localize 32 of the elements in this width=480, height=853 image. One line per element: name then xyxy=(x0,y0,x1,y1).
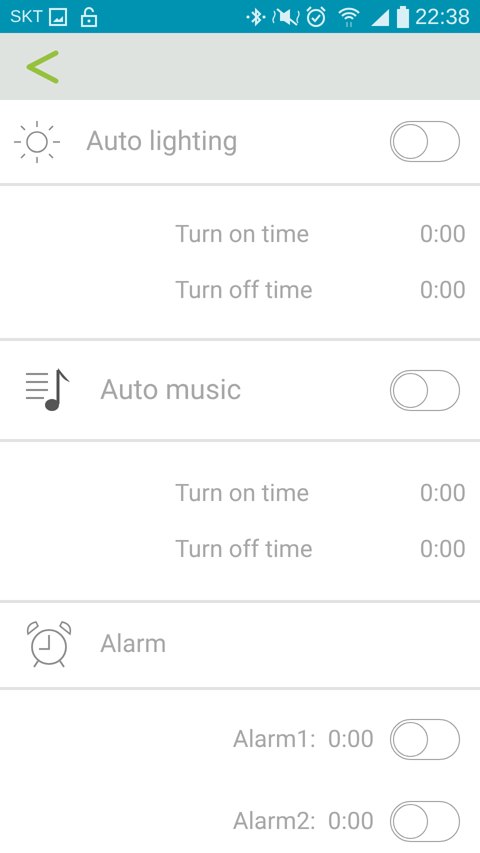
bluetooth-icon xyxy=(244,6,267,26)
wifi-icon xyxy=(336,6,361,28)
toggle-switch[interactable] xyxy=(390,718,460,760)
mute-icon xyxy=(270,6,301,26)
toggle-switch[interactable] xyxy=(390,800,460,842)
toggle-switch[interactable] xyxy=(390,370,460,410)
alarm-time[interactable]: 0:00 xyxy=(328,803,374,839)
sun-icon xyxy=(12,118,62,164)
alarm-icon xyxy=(304,6,327,28)
signal-icon xyxy=(368,6,391,26)
section-title: Auto lighting xyxy=(86,124,238,160)
time-label: Turn on time xyxy=(175,478,310,509)
time-value[interactable]: 0:00 xyxy=(420,475,466,511)
alarm-label: Alarm2: xyxy=(232,806,316,837)
carrier-label: SKT xyxy=(10,6,44,28)
time-value[interactable]: 0:00 xyxy=(420,531,466,567)
battery-icon xyxy=(396,6,409,28)
lock-icon xyxy=(81,6,98,26)
alarm-label: Alarm1: xyxy=(232,724,316,755)
time-value[interactable]: 0:00 xyxy=(420,272,466,308)
section-title: Alarm xyxy=(100,629,166,662)
time-label: Turn off time xyxy=(175,534,313,565)
alarm-clock-icon xyxy=(24,620,74,670)
toggle-switch[interactable] xyxy=(390,121,460,162)
time-value[interactable]: 0:00 xyxy=(420,216,466,252)
back-icon[interactable] xyxy=(24,50,60,84)
time-label: Turn off time xyxy=(175,275,313,306)
section-title: Auto music xyxy=(100,372,242,408)
alarm-time[interactable]: 0:00 xyxy=(328,721,374,757)
image-icon xyxy=(49,8,68,26)
clock-time: 22:38 xyxy=(414,3,470,31)
time-label: Turn on time xyxy=(175,219,310,250)
